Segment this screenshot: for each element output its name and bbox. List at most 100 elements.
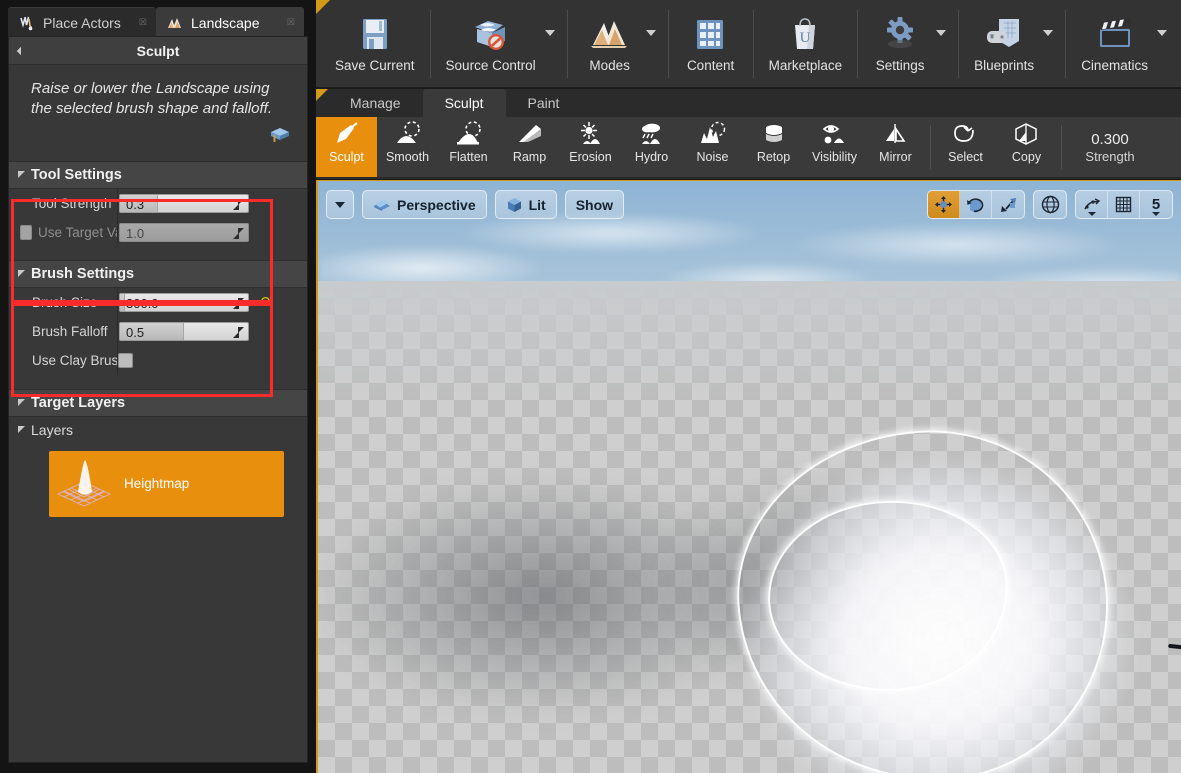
tab-close-icon[interactable]: ☒ — [135, 17, 147, 28]
cinematics-dropdown-caret[interactable] — [1156, 30, 1167, 36]
tool-strength-value[interactable]: 0.3 — [126, 196, 144, 212]
content-button[interactable]: Content — [675, 0, 747, 88]
category-label: Brush Settings — [31, 265, 135, 282]
gear-icon — [877, 13, 923, 55]
toolbar-items: Save Current Source Control Modes Conten… — [316, 0, 1181, 88]
toolbar-separator — [667, 10, 669, 78]
tool-mirror[interactable]: Mirror — [865, 117, 926, 177]
brush-falloff-slider[interactable]: 0.5 — [119, 321, 249, 341]
tab-close-icon[interactable]: ☒ — [283, 17, 295, 28]
tool-label: Retop — [756, 150, 791, 164]
modes-dropdown-caret[interactable] — [645, 30, 656, 36]
brush-size-value[interactable]: 300.0 — [126, 295, 159, 311]
surface-snap-button[interactable] — [1076, 191, 1108, 218]
viewport-button-label: Show — [575, 196, 614, 213]
tool-strength-slider[interactable]: 0.3 — [119, 193, 249, 213]
brush-size-slider[interactable]: 300.0 — [119, 292, 249, 312]
use-clay-brush-checkbox[interactable] — [118, 352, 133, 368]
save-current-button[interactable]: Save Current — [326, 0, 424, 88]
level-viewport[interactable]: Perspective Lit Show 5 — [316, 180, 1181, 773]
brush-size-label: Brush Size — [32, 294, 98, 310]
strength-field[interactable]: 0.300 Strength — [1066, 117, 1154, 177]
slider-grip-icon[interactable] — [233, 326, 244, 338]
translate-gizmo-button[interactable] — [928, 191, 960, 218]
tab-landscape[interactable]: Landscape ☒ — [156, 7, 304, 37]
scale-gizmo-button[interactable] — [992, 191, 1024, 218]
marketplace-button[interactable]: U Marketplace — [760, 0, 852, 88]
tool-erosion[interactable]: Erosion — [560, 117, 621, 177]
show-flags-button[interactable]: Show — [564, 190, 625, 219]
select-lasso-icon — [951, 121, 981, 149]
documentation-icon[interactable] — [269, 125, 291, 145]
viewport-toolbar-right: 5 — [927, 190, 1173, 219]
mirror-icon — [881, 121, 911, 149]
tool-label: Mirror — [879, 150, 912, 164]
settings-button[interactable]: Settings — [864, 0, 936, 88]
doc-link-row — [9, 127, 307, 161]
view-mode-button[interactable]: Lit — [494, 190, 557, 219]
tool-smooth[interactable]: Smooth — [377, 117, 438, 177]
category-target-layers[interactable]: Target Layers — [9, 388, 307, 417]
tab-sculpt[interactable]: Sculpt — [422, 89, 506, 117]
chevron-down-icon — [1087, 212, 1096, 216]
tool-label: Erosion — [569, 150, 612, 164]
rotate-gizmo-button[interactable] — [960, 191, 992, 218]
subcategory-layers[interactable]: Layers — [9, 417, 307, 443]
expand-triangle-icon[interactable] — [18, 426, 25, 434]
list-item[interactable]: Heightmap — [49, 450, 284, 517]
tool-ramp[interactable]: Ramp — [499, 117, 560, 177]
toolbar-separator — [752, 10, 754, 78]
slider-grip-icon[interactable] — [233, 297, 244, 309]
tab-place-actors[interactable]: Place Actors ☒ — [8, 7, 156, 37]
tool-noise[interactable]: Noise — [682, 117, 743, 177]
source-control-button[interactable]: Source Control — [437, 0, 545, 88]
strength-value[interactable]: 0.300 — [1091, 131, 1129, 148]
column-divider — [117, 217, 118, 247]
tool-label: Copy — [1011, 150, 1042, 164]
cinematics-button[interactable]: Cinematics — [1072, 0, 1157, 88]
tab-manage[interactable]: Manage — [328, 89, 423, 117]
tool-visibility[interactable]: Visibility — [804, 117, 865, 177]
reset-to-default-icon[interactable]: ↶ — [258, 294, 271, 310]
tool-retop[interactable]: Retop — [743, 117, 804, 177]
expand-triangle-icon[interactable] — [18, 171, 25, 179]
tool-hydro[interactable]: Hydro — [621, 117, 682, 177]
grid-size-button[interactable]: 5 — [1140, 191, 1172, 218]
smooth-icon — [393, 121, 423, 149]
row-brush-falloff: Brush Falloff 0.5 — [9, 316, 307, 346]
trowel-icon — [332, 121, 362, 149]
settings-dropdown-caret[interactable] — [936, 30, 947, 36]
blueprints-dropdown-caret[interactable] — [1043, 30, 1054, 36]
expand-triangle-icon[interactable] — [18, 399, 25, 407]
blueprints-button[interactable]: Blueprints — [965, 0, 1043, 88]
tab-paint[interactable]: Paint — [505, 89, 582, 117]
world-coord-button[interactable] — [1034, 191, 1066, 218]
category-tool-settings[interactable]: Tool Settings — [9, 160, 307, 189]
category-brush-settings[interactable]: Brush Settings — [9, 259, 307, 288]
camera-mode-button[interactable]: Perspective — [362, 190, 487, 219]
tool-sculpt[interactable]: Sculpt — [316, 117, 377, 177]
row-use-target-value: Use Target Value 1.0 — [9, 217, 307, 247]
source-control-dropdown-caret[interactable] — [544, 30, 555, 36]
slider-grip-icon[interactable] — [233, 198, 244, 210]
tab-label: Manage — [350, 95, 401, 111]
tool-copy[interactable]: Copy — [996, 117, 1057, 177]
lit-cube-icon — [506, 197, 523, 213]
subcategory-label: Layers — [31, 421, 74, 438]
use-target-label-group: Use Target Value — [9, 224, 117, 240]
mode-strip-corner-marker — [316, 89, 328, 101]
modes-button[interactable]: Modes — [574, 0, 646, 88]
tool-flatten[interactable]: Flatten — [438, 117, 499, 177]
tool-label: Flatten — [449, 150, 488, 164]
grid-snap-button[interactable] — [1108, 191, 1140, 218]
viewport-options-button[interactable] — [326, 190, 354, 219]
sculpt-section-header[interactable]: Sculpt — [9, 37, 307, 65]
collapse-triangle-icon[interactable] — [16, 46, 26, 56]
tool-select[interactable]: Select — [935, 117, 996, 177]
use-target-value-checkbox[interactable] — [20, 224, 33, 240]
category-label: Tool Settings — [31, 166, 122, 183]
floppy-disk-icon — [352, 13, 398, 55]
sculpt-tool-buttons: Sculpt Smooth Flatten Ramp Erosion Hydro… — [316, 117, 1181, 177]
expand-triangle-icon[interactable] — [18, 270, 25, 278]
brush-falloff-value[interactable]: 0.5 — [126, 324, 144, 340]
